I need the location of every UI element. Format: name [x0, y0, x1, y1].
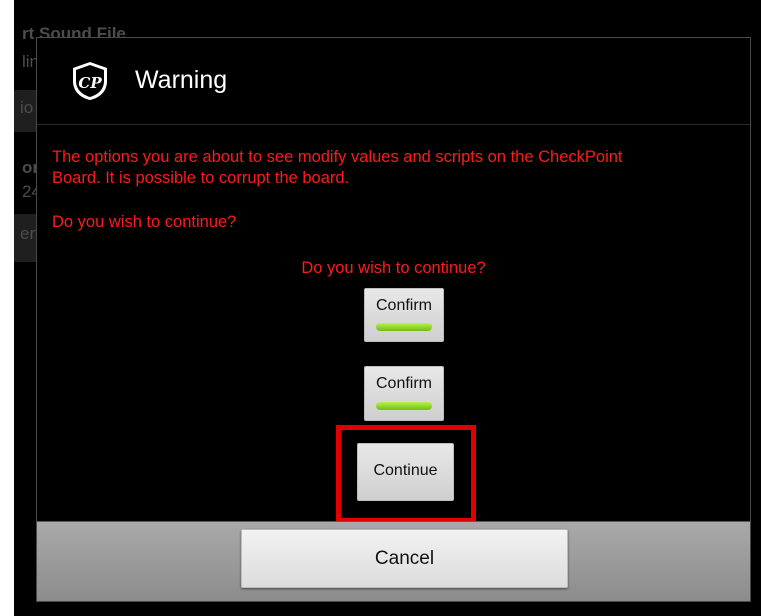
confirm-indicator-1 [376, 323, 432, 331]
checkpoint-shield-logo-icon: CP [73, 62, 107, 100]
continue-prompt: Do you wish to continue? [301, 259, 486, 277]
dialog-title: Warning [135, 66, 228, 94]
cancel-button[interactable]: Cancel [241, 529, 568, 588]
continue-button-label: Continue [373, 462, 438, 479]
confirm-button-2-label: Confirm [375, 375, 432, 392]
warning-message-line1: The options you are about to see modify … [52, 148, 623, 166]
svg-text:CP: CP [78, 74, 102, 92]
confirm-button-1[interactable]: Confirm [364, 288, 444, 342]
dialog-footer: Cancel [37, 521, 750, 601]
confirm-button-1-label: Confirm [375, 297, 432, 314]
warning-dialog: CP Warning The options you are about to … [36, 37, 751, 602]
confirm-indicator-2 [376, 402, 432, 410]
confirm-button-2[interactable]: Confirm [364, 366, 444, 421]
continue-button[interactable]: Continue [357, 443, 454, 501]
cancel-button-label: Cancel [374, 548, 435, 569]
dialog-title-bar: CP Warning [37, 38, 750, 124]
warning-question: Do you wish to continue? [52, 213, 237, 231]
title-divider [37, 124, 750, 125]
warning-message-line2: Board. It is possible to corrupt the boa… [52, 169, 350, 187]
app-screen: rt Sound File line B* io Alert on 24. er… [14, 0, 761, 616]
